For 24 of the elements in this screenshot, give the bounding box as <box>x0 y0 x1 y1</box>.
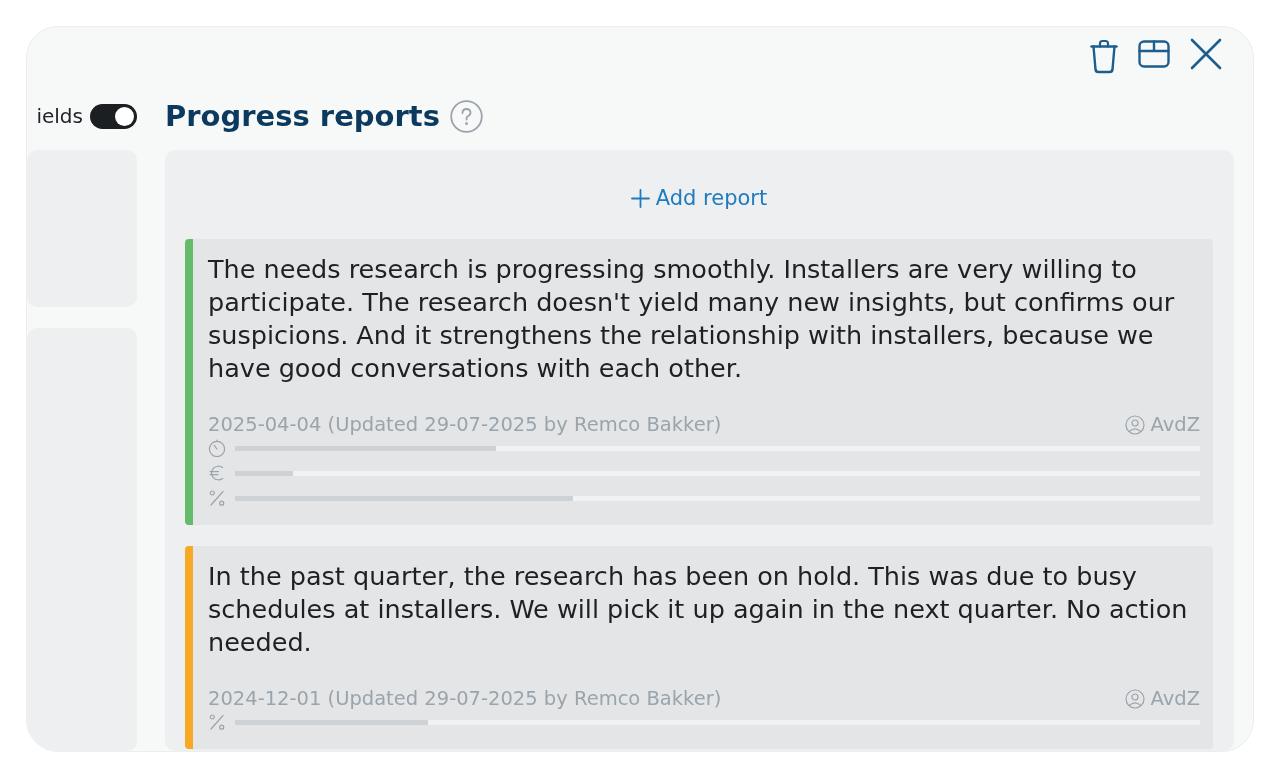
user-icon <box>1124 414 1145 435</box>
author-name: AvdZ <box>1150 687 1200 710</box>
plus-icon <box>630 188 650 208</box>
report-text: The needs research is progressing smoothly. Installers are very willing to participate. The research doesn't yield many new insights, but confirms our suspicions. And it strengthens the relationship with installers, because we have good conversations with each other. <box>208 252 1176 385</box>
user-icon <box>1124 688 1145 709</box>
percent-icon <box>208 713 226 731</box>
box-icon <box>1138 38 1170 70</box>
trash-icon <box>1090 38 1118 74</box>
help-icon <box>449 99 483 133</box>
toggle-switch[interactable] <box>90 103 137 129</box>
report-text: In the past quarter, the research has been on hold. This was due to busy schedules at installers. We will pick it up again in the next quarter. No action needed. <box>208 559 1189 659</box>
report-date: 2025-04-04 (Updated 29-07-2025 by Remco Bakker) <box>208 413 722 436</box>
section-title: Progress reports <box>165 98 440 135</box>
toggle-label: ields <box>36 103 83 129</box>
close-button[interactable] <box>1190 38 1222 70</box>
delete-button[interactable] <box>1090 38 1118 74</box>
report-date: 2024-12-01 (Updated 29-07-2025 by Remco Bakker) <box>208 687 722 710</box>
euro-icon <box>208 464 226 482</box>
archive-button[interactable] <box>1138 38 1170 70</box>
author-name: AvdZ <box>1150 413 1200 436</box>
percent-icon <box>208 489 226 507</box>
stopwatch-icon <box>208 439 226 457</box>
add-report-button[interactable]: Add report <box>628 183 770 213</box>
close-icon <box>1190 38 1222 70</box>
